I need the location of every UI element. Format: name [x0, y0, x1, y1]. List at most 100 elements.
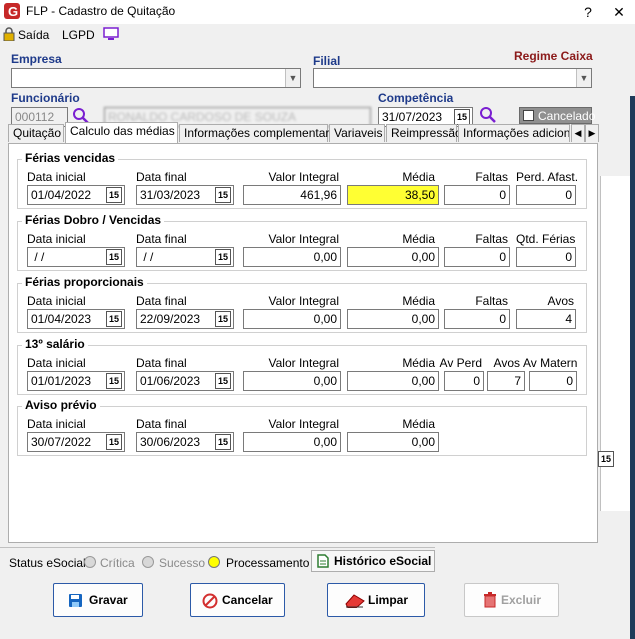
- excluir-button[interactable]: Excluir: [464, 583, 559, 617]
- calendar-icon[interactable]: 15: [215, 373, 231, 389]
- label-media: Média: [402, 170, 435, 184]
- calendar-icon[interactable]: 15: [215, 249, 231, 265]
- date-value: 22/09/2023: [140, 312, 201, 326]
- label-data-final: Data final: [136, 170, 187, 184]
- label-qtd-ferias: Qtd. Férias: [516, 232, 576, 246]
- media-input[interactable]: 0,00: [347, 432, 439, 452]
- chevron-down-icon[interactable]: ▼: [285, 69, 300, 87]
- date-input[interactable]: 22/09/2023 15: [136, 309, 234, 329]
- label-valor-integral: Valor Integral: [268, 170, 339, 184]
- tab-variaveis[interactable]: Variaveis: [329, 124, 385, 142]
- media-input[interactable]: 0,00: [347, 371, 439, 391]
- date-value: 01/04/2023: [31, 312, 92, 326]
- monitor-icon[interactable]: [103, 27, 119, 41]
- search-icon[interactable]: [479, 106, 497, 124]
- date-input[interactable]: 01/01/2023 15: [27, 371, 125, 391]
- group-title: Aviso prévio: [22, 398, 100, 412]
- document-icon: [317, 554, 329, 568]
- calendar-icon[interactable]: 15: [106, 311, 122, 327]
- faltas-input[interactable]: 0: [444, 309, 510, 329]
- limpar-button[interactable]: Limpar: [327, 583, 425, 617]
- calendar-icon[interactable]: 15: [215, 187, 231, 203]
- checkbox-box[interactable]: [523, 110, 534, 121]
- calendar-icon: 15: [598, 451, 614, 467]
- regime-caixa-label: Regime Caixa: [514, 49, 593, 63]
- group-aviso-previo: Aviso prévio Data inicial Data final Val…: [17, 398, 587, 456]
- valor-integral-input[interactable]: 0,00: [243, 247, 341, 267]
- label-valor-integral: Valor Integral: [268, 356, 339, 370]
- date-input[interactable]: / / 15: [136, 247, 234, 267]
- valor-integral-input[interactable]: 0,00: [243, 432, 341, 452]
- calendar-icon[interactable]: 15: [106, 187, 122, 203]
- avos-input[interactable]: 4: [516, 309, 576, 329]
- valor-integral-input[interactable]: 0,00: [243, 371, 341, 391]
- calendar-icon[interactable]: 15: [454, 109, 470, 125]
- gravar-label: Gravar: [89, 593, 128, 607]
- media-input[interactable]: 0,00: [347, 309, 439, 329]
- label-perd-afast: Perd. Afast.: [516, 170, 579, 184]
- faltas-input[interactable]: 0: [444, 185, 510, 205]
- calendar-icon[interactable]: 15: [106, 434, 122, 450]
- date-value: 01/04/2022: [31, 188, 92, 202]
- close-button[interactable]: ✕: [605, 0, 633, 24]
- tab-scroll-right-icon[interactable]: ▶: [585, 124, 599, 142]
- group-ferias-proporcionais: Férias proporcionais Data inicial Data f…: [17, 275, 587, 333]
- av-matern-input[interactable]: 0: [529, 371, 577, 391]
- save-icon: [69, 594, 82, 607]
- perd-afast-input[interactable]: 0: [516, 185, 576, 205]
- trash-icon: [484, 592, 496, 608]
- gravar-button[interactable]: Gravar: [53, 583, 143, 617]
- tab-informacoes-complementares[interactable]: Informações complementares: [179, 124, 342, 142]
- avos-input[interactable]: 7: [487, 371, 525, 391]
- label-data-inicial: Data inicial: [27, 170, 86, 184]
- calendar-icon[interactable]: 15: [215, 434, 231, 450]
- competencia-value: 31/07/2023: [382, 110, 443, 124]
- group-title: 13º salário: [22, 337, 88, 351]
- cancelado-checkbox[interactable]: Cancelado: [519, 107, 595, 124]
- tab-calculo-medias[interactable]: Calculo das médias: [65, 122, 178, 143]
- label-valor-integral: Valor Integral: [268, 417, 339, 431]
- label-media: Média: [402, 356, 435, 370]
- media-input[interactable]: 38,50: [347, 185, 439, 205]
- date-input[interactable]: / / 15: [27, 247, 125, 267]
- empresa-select[interactable]: ▼: [11, 68, 301, 88]
- date-input[interactable]: 30/06/2023 15: [136, 432, 234, 452]
- date-input[interactable]: 01/04/2023 15: [27, 309, 125, 329]
- label-valor-integral: Valor Integral: [268, 232, 339, 246]
- cancelar-button[interactable]: Cancelar: [190, 583, 285, 617]
- label-avos: Avos: [493, 356, 520, 370]
- competencia-label: Competência: [378, 91, 454, 105]
- status-processamento-indicator: [208, 556, 220, 568]
- group-title: Férias Dobro / Vencidas: [22, 213, 165, 227]
- status-critica-label: Crítica: [100, 556, 135, 570]
- label-faltas: Faltas: [475, 232, 508, 246]
- calendar-icon[interactable]: 15: [106, 373, 122, 389]
- media-input[interactable]: 0,00: [347, 247, 439, 267]
- av-perd-input[interactable]: 0: [444, 371, 484, 391]
- tab-reimpressao[interactable]: Reimpressão: [386, 124, 462, 142]
- historico-esocial-button[interactable]: Histórico eSocial: [311, 550, 435, 572]
- calendar-icon[interactable]: 15: [106, 249, 122, 265]
- valor-integral-input[interactable]: 461,96: [243, 185, 341, 205]
- status-processamento-label: Processamento: [226, 556, 310, 570]
- tab-informacoes-adicionais[interactable]: Informações adicionais: [458, 124, 570, 142]
- title-bar: G FLP - Cadastro de Quitação ? ✕: [0, 0, 635, 24]
- filial-select[interactable]: ▼: [313, 68, 592, 88]
- date-input[interactable]: 01/06/2023 15: [136, 371, 234, 391]
- menu-bar: Saída LGPD: [0, 24, 635, 46]
- date-value: / /: [140, 250, 154, 264]
- menu-lgpd[interactable]: LGPD: [62, 28, 95, 42]
- help-button[interactable]: ?: [574, 0, 602, 24]
- calendar-icon[interactable]: 15: [215, 311, 231, 327]
- date-input[interactable]: 30/07/2022 15: [27, 432, 125, 452]
- tab-quitacao[interactable]: Quitação: [8, 124, 64, 142]
- qtd-ferias-input[interactable]: 0: [516, 247, 576, 267]
- menu-saida[interactable]: Saída: [18, 28, 49, 42]
- valor-integral-input[interactable]: 0,00: [243, 309, 341, 329]
- date-input[interactable]: 31/03/2023 15: [136, 185, 234, 205]
- faltas-input[interactable]: 0: [444, 247, 510, 267]
- chevron-down-icon[interactable]: ▼: [576, 69, 591, 87]
- tab-scroll-left-icon[interactable]: ◀: [571, 124, 585, 142]
- lock-icon: [3, 27, 15, 41]
- date-input[interactable]: 01/04/2022 15: [27, 185, 125, 205]
